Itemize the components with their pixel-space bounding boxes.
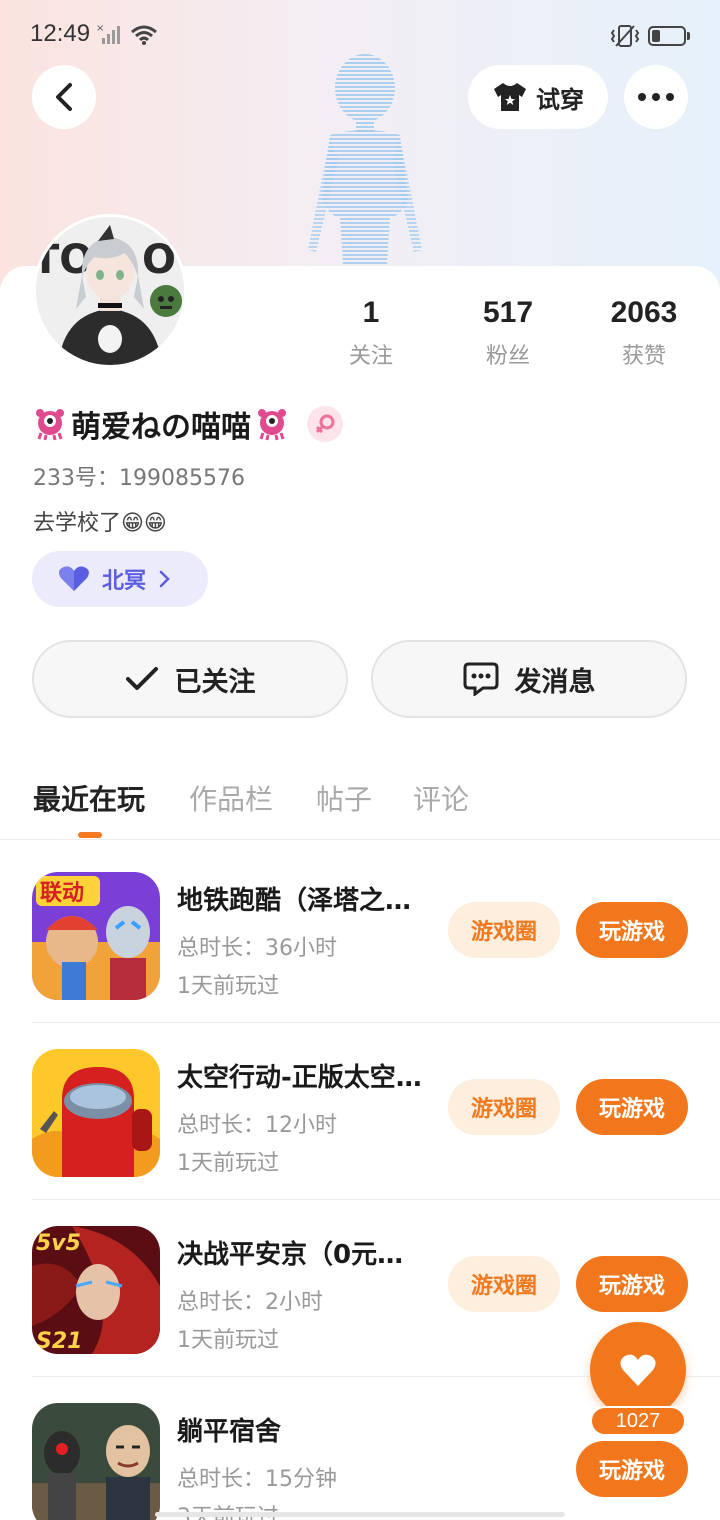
wifi-icon xyxy=(131,25,157,45)
tab-works[interactable]: 作品栏 xyxy=(189,778,273,818)
stat-following[interactable]: 1 关注 xyxy=(311,296,431,370)
game-title: 躺平宿舍 xyxy=(177,1417,282,1447)
avatar-image: TO OU xyxy=(36,217,184,365)
checkmark-icon xyxy=(125,667,158,690)
vibrate-mode-icon xyxy=(610,25,640,47)
game-icon-dorm xyxy=(32,1403,160,1520)
game-last-played: 1天前玩过 xyxy=(177,1151,279,1176)
fans-count: 517 xyxy=(482,296,534,329)
game-title: 太空行动-正版太空… xyxy=(177,1063,422,1093)
send-message-label: 发消息 xyxy=(514,666,596,698)
game-last-played: 1天前玩过 xyxy=(177,1328,279,1353)
game-icon-space-action xyxy=(32,1049,160,1177)
game-icon-onmyoji-arena: 5v5 S21 xyxy=(32,1226,160,1354)
fans-label: 粉丝 xyxy=(485,344,530,369)
nickname: 萌爱ねの喵喵 xyxy=(71,410,251,445)
game-duration: 总时长：36小时 xyxy=(177,936,337,961)
profile-tabs: 最近在玩 作品栏 帖子 评论 xyxy=(0,770,720,840)
tab-posts[interactable]: 帖子 xyxy=(316,778,372,818)
game-last-played: 1天前玩过 xyxy=(177,974,279,999)
avatar[interactable]: TO OU xyxy=(33,214,187,368)
guild-chip[interactable]: 北冥 xyxy=(32,551,208,607)
more-options-button[interactable] xyxy=(624,65,688,129)
play-game-button[interactable]: 玩游戏 xyxy=(576,902,688,958)
game-duration: 总时长：12小时 xyxy=(177,1113,337,1138)
heart-icon xyxy=(620,1354,656,1386)
chevron-right-icon xyxy=(159,570,170,588)
tab-recently-played[interactable]: 最近在玩 xyxy=(33,778,145,818)
following-button[interactable]: 已关注 xyxy=(32,640,348,718)
more-dots-icon xyxy=(638,93,674,101)
battery-icon xyxy=(648,26,686,46)
user-id: 233号：199085576 xyxy=(33,466,245,491)
tshirt-icon xyxy=(494,83,526,111)
following-label: 关注 xyxy=(348,344,393,369)
heart-icon xyxy=(59,566,89,591)
game-icon-badge: 联动 xyxy=(40,881,84,906)
game-icon-subway: 联动 xyxy=(32,872,160,1000)
game-list-item[interactable]: 联动 地铁跑酷（泽塔之… 总时长：36小时 1天前玩过 游戏圈 玩游戏 xyxy=(0,846,720,1023)
home-indicator[interactable] xyxy=(155,1512,565,1517)
try-on-button[interactable]: 试穿 xyxy=(468,65,608,129)
try-on-label: 试穿 xyxy=(536,85,584,114)
status-time: 12:49 xyxy=(30,20,91,47)
following-label: 已关注 xyxy=(174,666,256,698)
stat-likes[interactable]: 2063 获赞 xyxy=(584,296,704,370)
following-count: 1 xyxy=(362,296,380,329)
avatar-3d-figure xyxy=(308,54,422,280)
game-circle-button[interactable]: 游戏圈 xyxy=(448,1256,560,1312)
monster-emoji-icon xyxy=(258,409,286,441)
likes-count: 2063 xyxy=(610,296,678,329)
game-icon-badge: 5v5 xyxy=(36,1231,81,1256)
status-bar: 12:49 × xyxy=(0,0,720,72)
play-game-button[interactable]: 玩游戏 xyxy=(576,1079,688,1135)
back-button[interactable] xyxy=(32,65,96,129)
nickname-row: 萌爱ねの喵喵 xyxy=(33,403,343,445)
tab-comments[interactable]: 评论 xyxy=(413,778,469,818)
tab-active-indicator xyxy=(78,832,102,838)
female-gender-badge xyxy=(307,406,343,442)
game-list-item[interactable]: 太空行动-正版太空… 总时长：12小时 1天前玩过 游戏圈 玩游戏 xyxy=(0,1023,720,1200)
svg-text:×: × xyxy=(96,23,104,34)
bio-text: 去学校了😁😁 xyxy=(33,511,167,536)
chat-bubble-icon xyxy=(463,662,498,696)
game-icon-season-badge: S21 xyxy=(36,1329,82,1354)
game-circle-button[interactable]: 游戏圈 xyxy=(448,902,560,958)
female-icon xyxy=(315,414,335,434)
play-game-button[interactable]: 玩游戏 xyxy=(576,1441,688,1497)
play-game-button[interactable]: 玩游戏 xyxy=(576,1256,688,1312)
guild-name: 北冥 xyxy=(102,569,147,594)
cellular-signal-icon: × xyxy=(96,23,120,44)
like-button[interactable] xyxy=(590,1322,686,1418)
game-title: 决战平安京（0元… xyxy=(177,1240,404,1270)
game-duration: 总时长：15分钟 xyxy=(177,1467,337,1492)
game-title: 地铁跑酷（泽塔之… xyxy=(177,886,412,916)
monster-emoji-icon xyxy=(36,409,64,441)
like-count: 1027 xyxy=(590,1406,686,1436)
game-circle-button[interactable]: 游戏圈 xyxy=(448,1079,560,1135)
stat-fans[interactable]: 517 粉丝 xyxy=(448,296,568,370)
battery-tip xyxy=(687,32,690,40)
likes-label: 获赞 xyxy=(621,344,666,369)
send-message-button[interactable]: 发消息 xyxy=(371,640,687,718)
game-duration: 总时长：2小时 xyxy=(177,1290,323,1315)
chevron-left-icon xyxy=(56,83,72,111)
